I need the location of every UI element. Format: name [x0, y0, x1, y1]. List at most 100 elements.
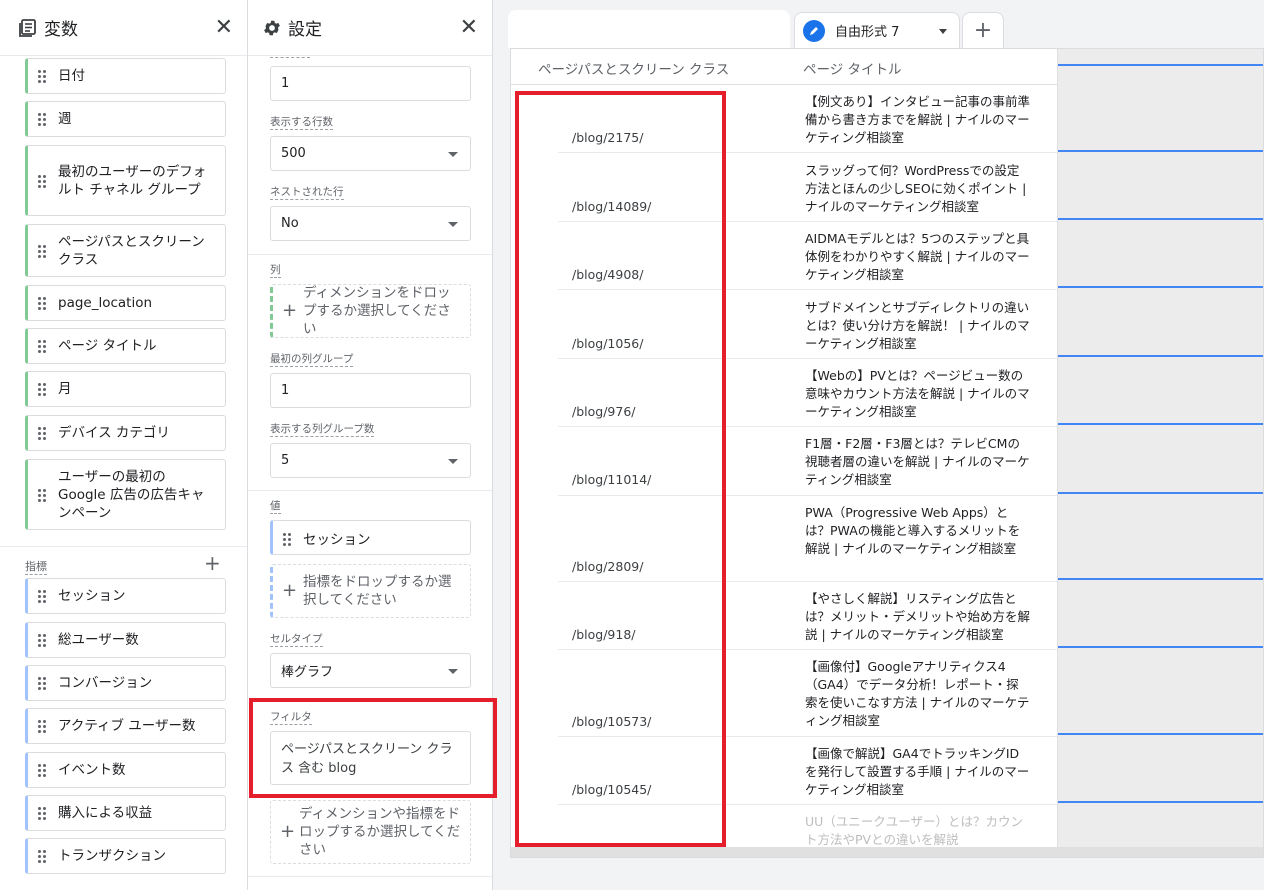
drag-handle-icon[interactable] — [38, 488, 48, 502]
metric-chip[interactable]: コンバージョン — [25, 665, 226, 701]
dimension-label: 月 — [58, 381, 72, 397]
column-groups-shown-label: 表示する列グループ数 — [270, 423, 375, 437]
add-metric-icon[interactable]: + — [204, 553, 221, 573]
page-title-cell: サブドメインとサブディレクトリの違いとは？使い分け方を解説！ | ナイルのマーケ… — [805, 300, 1030, 351]
horizontal-scrollbar[interactable] — [511, 847, 1263, 857]
drag-handle-icon[interactable] — [38, 69, 48, 83]
metric-label: セッション — [58, 588, 126, 604]
dimension-chip[interactable]: 月 — [25, 371, 226, 407]
metric-label: コンバージョン — [58, 675, 153, 691]
dimension-label: 日付 — [58, 68, 85, 84]
dimension-label: ユーザーの最初の Google 広告の広告キャンペーン — [58, 468, 205, 521]
drag-handle-icon[interactable] — [38, 174, 48, 188]
cell-type-value: 棒グラフ — [281, 665, 334, 680]
drag-handle-icon[interactable] — [38, 426, 48, 440]
columns-drop-zone[interactable]: + ディメンションをドロップするか選択してください — [270, 284, 471, 338]
dropdown-arrow-icon — [448, 222, 458, 227]
start-row-input[interactable]: 1 — [270, 66, 471, 101]
divider — [248, 876, 492, 877]
add-icon: + — [282, 300, 298, 321]
metric-chip[interactable]: トランザクション — [25, 838, 226, 874]
metric-chip[interactable]: 総ユーザー数 — [25, 622, 226, 658]
drag-handle-icon[interactable] — [38, 719, 48, 733]
exploration-editor: 変数 ✕ 日付 週 最初のユーザーのデフォルト チャネル グループ ページパスと… — [0, 0, 1264, 890]
first-column-group-input[interactable]: 1 — [270, 373, 471, 408]
chevron-down-icon[interactable] — [939, 29, 947, 34]
dimension-chip[interactable]: 最初のユーザーのデフォルト チャネル グループ — [25, 145, 226, 216]
session-bar — [1058, 423, 1263, 425]
drag-handle-icon[interactable] — [38, 763, 48, 777]
metric-chip[interactable]: イベント数 — [25, 752, 226, 788]
divider — [0, 546, 247, 547]
dimension-chip[interactable]: ページ タイトル — [25, 328, 226, 364]
settings-panel-title: 設定 — [288, 20, 322, 40]
metric-chip[interactable]: セッション — [25, 578, 226, 614]
close-icon[interactable]: ✕ — [215, 16, 233, 39]
drag-handle-icon[interactable] — [38, 806, 48, 820]
drag-handle-icon[interactable] — [283, 532, 293, 546]
metric-label: イベント数 — [58, 762, 126, 778]
cell-type-select[interactable]: 棒グラフ — [270, 653, 471, 688]
metric-chip[interactable]: 購入による収益 — [25, 795, 226, 831]
dimension-label: 週 — [58, 111, 72, 127]
filter-highlight-box — [249, 698, 497, 798]
drag-handle-icon[interactable] — [38, 849, 48, 863]
tab-freeform[interactable]: 自由形式 7 — [794, 12, 960, 48]
dropdown-arrow-icon — [448, 459, 458, 464]
dimension-chip[interactable]: page_location — [25, 285, 226, 321]
dimension-chip[interactable]: ページパスとスクリーン クラス — [25, 224, 226, 277]
metric-label: 購入による収益 — [58, 805, 153, 821]
drag-handle-icon[interactable] — [38, 633, 48, 647]
first-column-group-label: 最初の列グループ — [270, 353, 354, 367]
page-title-cell: UU（ユニークユーザー）とは？カウント方法やPVとの違いを解説 — [805, 814, 1024, 847]
plus-icon: + — [973, 18, 993, 43]
add-icon: + — [282, 580, 298, 601]
nested-rows-select[interactable]: No — [270, 206, 471, 241]
bar-chart-column — [1057, 49, 1263, 857]
metric-label: トランザクション — [58, 848, 166, 864]
variables-panel-header: 変数 ✕ — [0, 0, 247, 56]
page-title-cell: 【画像で解説】GA4でトラッキングIDを発行して設置する手順 | ナイルのマーケ… — [805, 746, 1030, 797]
drag-handle-icon[interactable] — [38, 589, 48, 603]
page-title-cell: 【例文あり】インタビュー記事の事前準備から書き方までを解説 | ナイルのマーケテ… — [805, 94, 1031, 145]
drag-handle-icon[interactable] — [38, 382, 48, 396]
cell-type-label: セルタイプ — [270, 633, 323, 647]
metric-chip[interactable]: アクティブ ユーザー数 — [25, 708, 226, 744]
nested-rows-label: ネストされた行 — [270, 186, 344, 200]
value-metric-label: セッション — [303, 531, 371, 548]
drag-handle-icon[interactable] — [38, 339, 48, 353]
dimension-chip[interactable]: デバイス カテゴリ — [25, 415, 226, 451]
drag-handle-icon[interactable] — [38, 676, 48, 690]
divider — [248, 490, 492, 491]
variables-panel: 変数 ✕ 日付 週 最初のユーザーのデフォルト チャネル グループ ページパスと… — [0, 0, 248, 890]
drag-handle-icon[interactable] — [38, 112, 48, 126]
drag-handle-icon[interactable] — [38, 296, 48, 310]
add-tab-button[interactable]: + — [962, 12, 1004, 48]
column-header-page-title[interactable]: ページ タイトル — [803, 58, 902, 78]
page-title-cell: 【画像付】Googleアナリティクス4（GA4）でデータ分析！レポート・探索を使… — [805, 659, 1030, 728]
add-icon: + — [280, 821, 296, 842]
dimension-chip[interactable]: ユーザーの最初の Google 広告の広告キャンペーン — [25, 459, 226, 530]
start-row-value: 1 — [281, 76, 290, 91]
values-drop-zone[interactable]: + 指標をドロップするか選択してください — [270, 564, 471, 618]
dimension-chip[interactable]: 週 — [25, 101, 226, 137]
dimension-chip[interactable]: 日付 — [25, 58, 226, 94]
columns-label: 列 — [270, 264, 281, 278]
filter-drop-zone[interactable]: + ディメンションや指標をドロップするか選択してください — [270, 800, 471, 864]
session-bar — [1058, 492, 1263, 494]
pencil-icon — [803, 19, 825, 42]
column-groups-shown-select[interactable]: 5 — [270, 443, 471, 478]
value-metric-chip[interactable]: セッション — [270, 520, 471, 555]
column-header-page-path[interactable]: ページパスとスクリーン クラス — [538, 58, 729, 78]
gear-icon — [262, 18, 282, 38]
page-title-cell: 【Webの】PVとは？ページビュー数の意味やカウント方法を解説 | ナイルのマー… — [805, 368, 1030, 419]
metric-label: 総ユーザー数 — [58, 632, 139, 648]
close-icon[interactable]: ✕ — [460, 16, 478, 39]
page-title-cell: AIDMAモデルとは？5つのステップと具体例をわかりやすく解説 | ナイルのマー… — [805, 231, 1030, 282]
rows-shown-select[interactable]: 500 — [270, 136, 471, 171]
page-title-cell: スラッグって何？WordPressでの設定方法とほんの少しSEOに効くポイント … — [805, 163, 1027, 214]
variables-icon — [18, 18, 38, 38]
dimension-label: page_location — [58, 295, 153, 311]
settings-panel-header: 設定 ✕ — [248, 0, 492, 56]
drag-handle-icon[interactable] — [38, 244, 48, 258]
